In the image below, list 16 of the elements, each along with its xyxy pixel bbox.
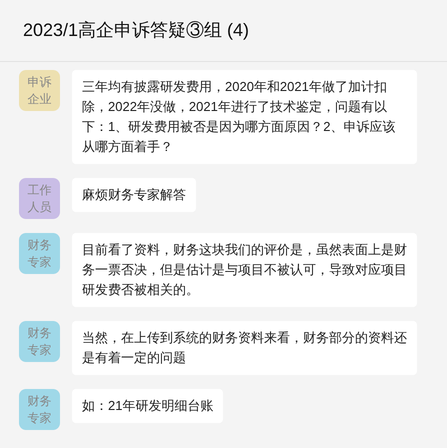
- message-bubble: 当然，在上传到系统的财务资料来看，财务部分的资料还是有着一定的问题: [72, 321, 417, 375]
- message-bubble: 三年均有披露研发费用，2020年和2021年做了加计扣除，2022年没做，2021年进行了技术鉴定，问题有以下：1、研发费用被否是因为哪方面原因？2、申诉应该从哪方面着手？: [72, 70, 417, 164]
- message-bubble: 目前看了资料，财务这块我们的评价是，虽然表面上是财务一票否决，但是估计是与项目不被认可，导致对应项目研发费否被相关的。: [72, 233, 417, 307]
- avatar-label: 申诉企业: [28, 74, 52, 108]
- message-bubble: 麻烦财务专家解答: [72, 178, 196, 212]
- avatar[interactable]: 财务专家: [19, 389, 60, 430]
- avatar-label: 财务专家: [28, 392, 52, 426]
- window-title: 2023/1高企申诉答疑③组 (4): [23, 19, 250, 42]
- avatar[interactable]: 财务专家: [19, 233, 60, 274]
- avatar-label: 财务专家: [28, 236, 52, 270]
- avatar[interactable]: 申诉企业: [19, 70, 60, 111]
- avatar-label: 工作人员: [28, 182, 52, 216]
- avatar[interactable]: 工作人员: [19, 178, 60, 219]
- message-bubble: 如：21年研发明细台账: [72, 389, 224, 423]
- avatar[interactable]: 财务专家: [19, 321, 60, 362]
- avatar-label: 财务专家: [28, 324, 52, 358]
